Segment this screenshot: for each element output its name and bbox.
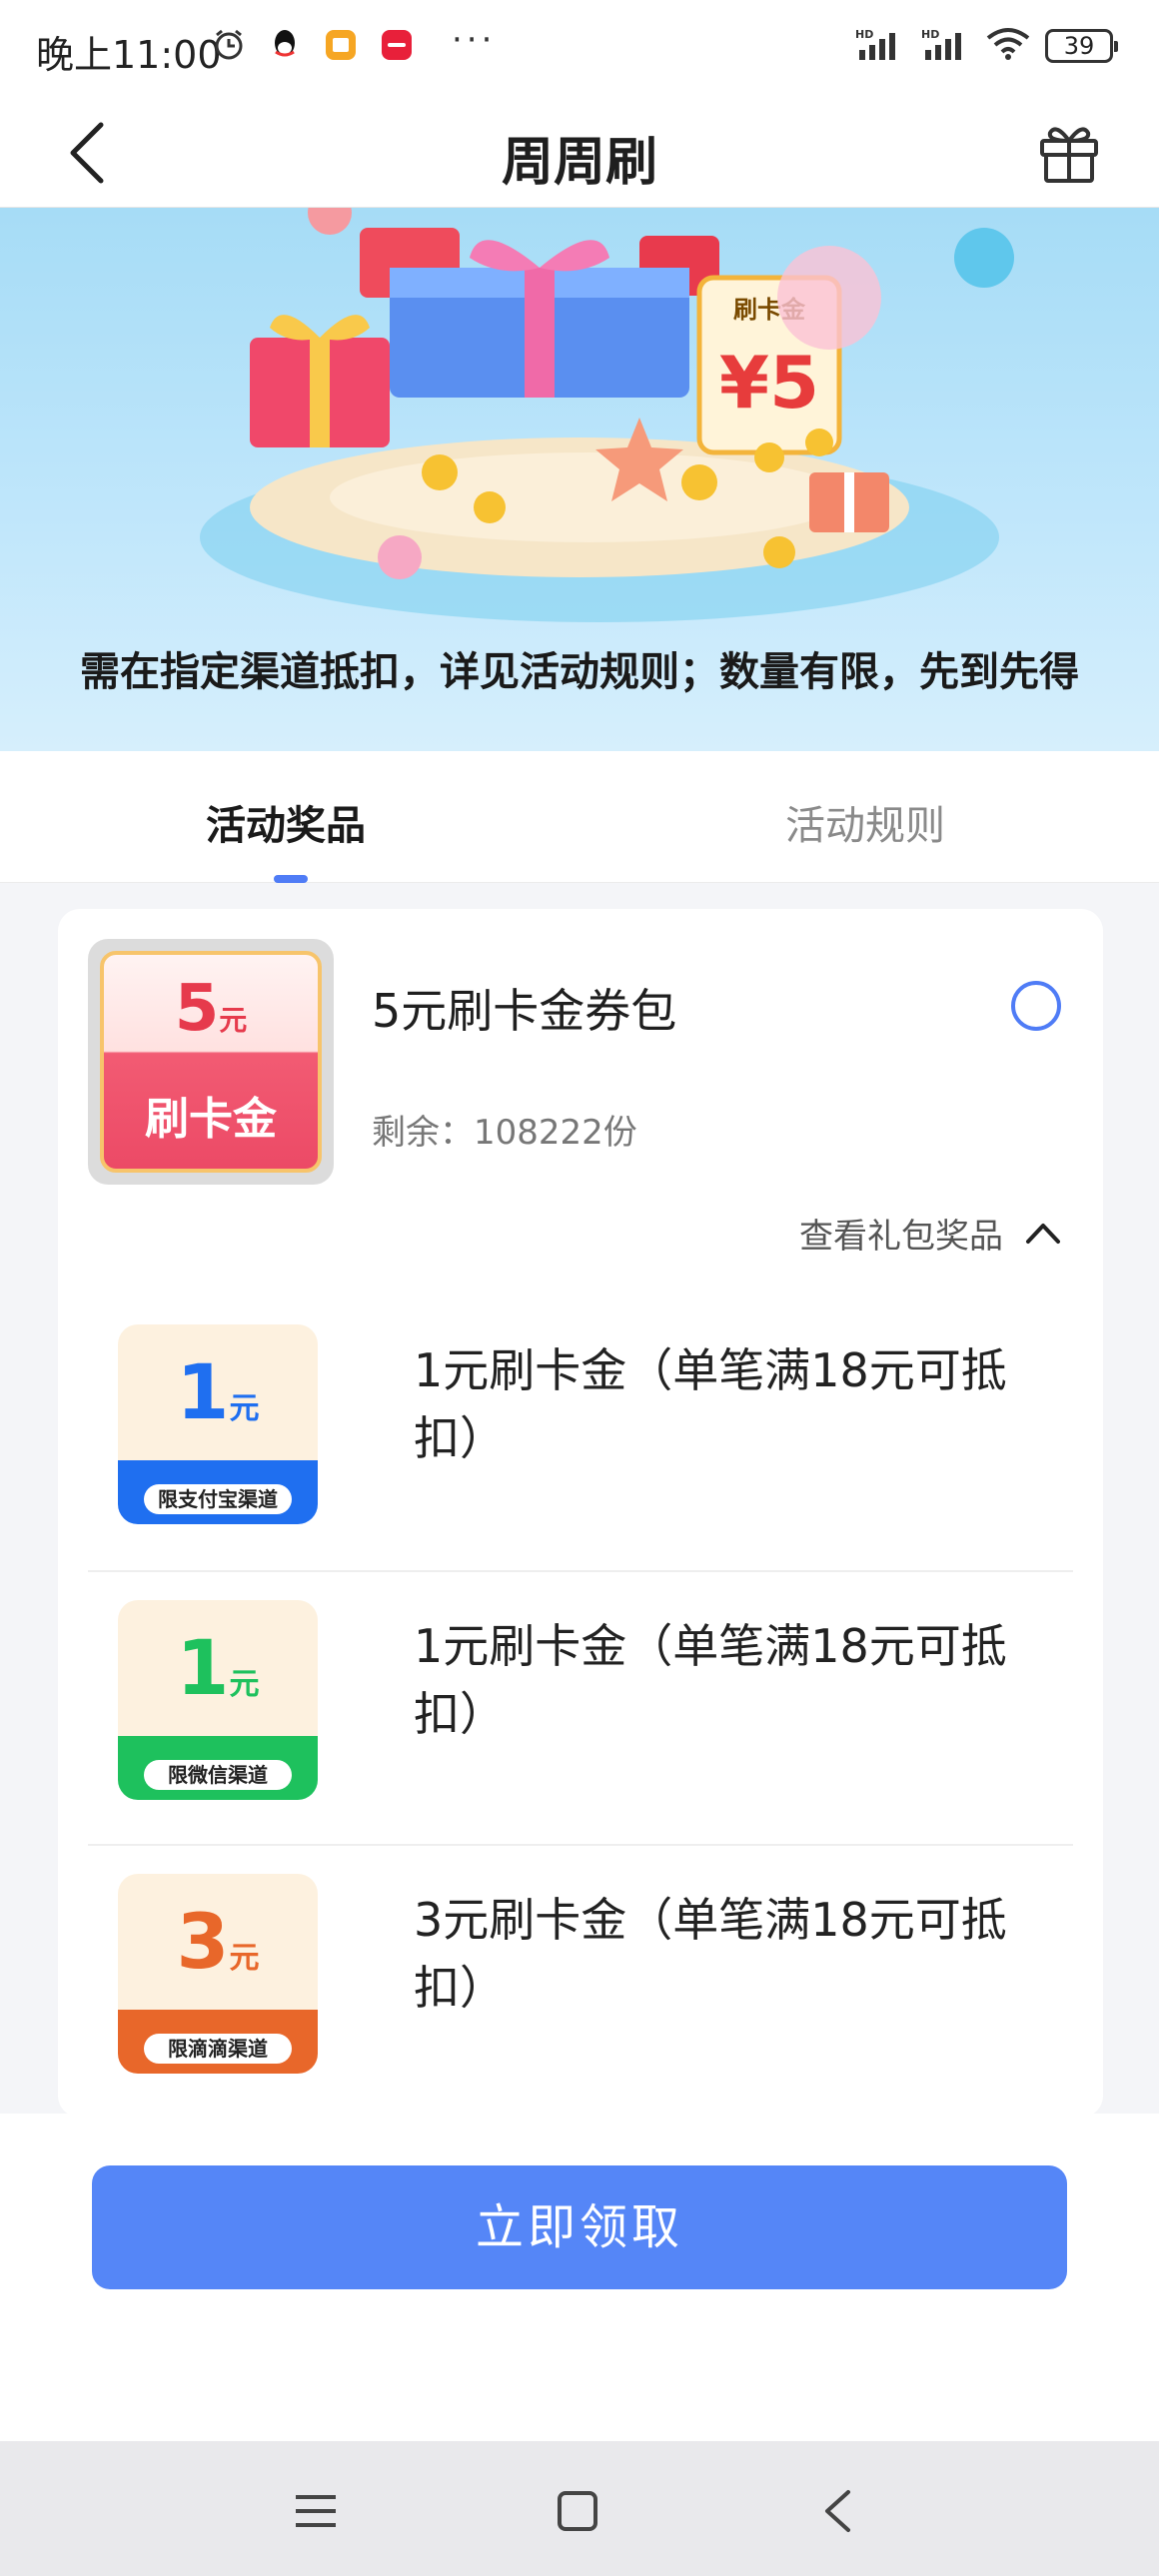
promo-banner: 刷卡金 ¥5 需在指定渠道抵扣，详见活动规则；数量有限，先到先得 [0, 208, 1159, 751]
qq-icon [268, 28, 302, 62]
package-thumb-amount: 5元 [104, 977, 318, 1053]
package-select-radio[interactable] [1011, 981, 1061, 1031]
banner-illustration: 刷卡金 ¥5 [200, 208, 1014, 622]
package-thumb-amount-value: 5 [174, 972, 220, 1046]
more-notifications: ··· [452, 20, 497, 60]
status-time: 晚上11:00 [36, 33, 222, 77]
coupon-thumbnail: 3元 限滴滴渠道 [118, 1874, 318, 2074]
prize-card: 5元 刷卡金 5元刷卡金券包 剩余：108222份 查看礼包奖品 1元 限支付宝… [58, 909, 1103, 2118]
svg-text:HD: HD [855, 28, 873, 41]
package-thumbnail: 5元 刷卡金 [88, 939, 334, 1185]
status-system-icons: HD HD 39 [853, 26, 1118, 66]
gift-description: 3元刷卡金（单笔满18元可抵扣） [414, 1893, 1007, 2015]
back-icon[interactable] [807, 2481, 867, 2541]
tab-indicator [274, 875, 308, 883]
coupon-amount: 1元 [118, 1352, 318, 1449]
tab-bar: 活动奖品 活动规则 [0, 751, 1159, 883]
signal-hd-icon: HD [919, 26, 971, 66]
coupon-channel-tag: 限支付宝渠道 [144, 1484, 292, 1514]
menu-icon[interactable] [286, 2481, 346, 2541]
chevron-up-icon [1025, 1214, 1061, 1254]
home-square-icon[interactable] [548, 2481, 607, 2541]
signal-hd-icon: HD [853, 26, 905, 66]
coupon-channel-tag: 限微信渠道 [144, 1760, 292, 1790]
nav-bar: 周周刷 [0, 96, 1159, 208]
gift-description: 1元刷卡金（单笔满18元可抵扣） [414, 1343, 1007, 1465]
tab-rules[interactable]: 活动规则 [785, 793, 945, 851]
status-bar: 晚上11:00 ··· HD HD 39 [0, 0, 1159, 96]
xiaohongshu-icon [380, 28, 414, 62]
svg-text:HD: HD [921, 28, 939, 41]
gift-item: 3元 限滴滴渠道 3元刷卡金（单笔满18元可抵扣） [88, 1844, 1073, 2118]
coupon-thumbnail: 1元 限支付宝渠道 [118, 1324, 318, 1524]
wifi-icon [985, 26, 1031, 66]
page-title: 周周刷 [501, 133, 657, 193]
gift-item: 1元 限支付宝渠道 1元刷卡金（单笔满18元可抵扣） [88, 1296, 1073, 1570]
tab-prizes[interactable]: 活动奖品 [206, 793, 366, 851]
coupon-amount-value: 1 [176, 1347, 230, 1436]
system-nav-bar [0, 2441, 1159, 2576]
bottom-action-area: 立即领取 [0, 2114, 1159, 2441]
note-app-icon [324, 28, 358, 62]
package-thumb-label: 刷卡金 [145, 1094, 277, 1145]
package-remaining: 剩余：108222份 [372, 1113, 637, 1153]
coupon-unit: 元 [229, 1667, 260, 1702]
banner-notice: 需在指定渠道抵扣，详见活动规则；数量有限，先到先得 [80, 649, 1079, 695]
coupon-amount-value: 1 [176, 1623, 230, 1712]
coupon-channel-tag: 限滴滴渠道 [144, 2034, 292, 2064]
coupon-unit: 元 [229, 1391, 260, 1426]
package-title: 5元刷卡金券包 [372, 984, 677, 1038]
gift-icon[interactable] [1031, 114, 1107, 190]
package-ticket: 5元 刷卡金 [100, 951, 322, 1173]
alarm-icon [212, 28, 246, 62]
coupon-thumbnail: 1元 限微信渠道 [118, 1600, 318, 1800]
view-gifts-label: 查看礼包奖品 [799, 1217, 1003, 1257]
view-gifts-toggle[interactable]: 查看礼包奖品 [799, 1209, 1061, 1258]
status-notification-icons: ··· [212, 20, 496, 62]
claim-button[interactable]: 立即领取 [92, 2165, 1067, 2289]
coupon-amount: 3元 [118, 1902, 318, 1999]
coupon-amount: 1元 [118, 1628, 318, 1725]
coupon-amount-value: 3 [176, 1897, 230, 1986]
gift-item: 1元 限微信渠道 1元刷卡金（单笔满18元可抵扣） [88, 1570, 1073, 1844]
battery-icon: 39 [1045, 29, 1118, 63]
svg-text:¥5: ¥5 [719, 341, 819, 425]
coupon-unit: 元 [229, 1941, 260, 1976]
package-thumb-unit: 元 [219, 1004, 248, 1037]
gift-description: 1元刷卡金（单笔满18元可抵扣） [414, 1619, 1007, 1741]
